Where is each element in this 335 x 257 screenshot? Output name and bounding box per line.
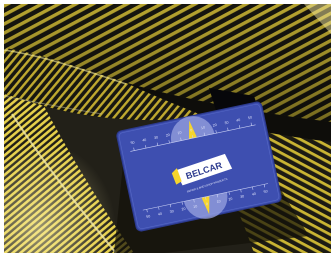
lower-scale-label: 50 — [263, 189, 268, 194]
lower-scale-label: 30 — [169, 209, 174, 214]
upper-scale-label: 10 — [177, 130, 182, 135]
upper-scale-label: 10 — [201, 125, 206, 130]
lower-scale-label: 40 — [252, 192, 257, 197]
upper-scale-label: 50 — [130, 140, 135, 145]
lower-scale-label: 10 — [193, 204, 198, 209]
lower-scale-label: 50 — [146, 214, 151, 219]
photo-scene: 504030201001020304050 BELCAR REPAIR & BO… — [4, 4, 331, 253]
upper-scale-label: 40 — [236, 118, 241, 123]
lower-scale-label: 10 — [216, 199, 221, 204]
upper-scale-label: 30 — [224, 120, 229, 125]
upper-scale-label: 30 — [154, 135, 159, 140]
upper-scale-label: 50 — [248, 115, 253, 120]
lower-scale-label: 20 — [228, 197, 233, 202]
upper-scale-label: 40 — [142, 138, 147, 143]
upper-scale-label: 20 — [212, 123, 217, 128]
lower-scale-label: 30 — [240, 194, 245, 199]
lower-scale-label: 20 — [181, 207, 186, 212]
upper-scale-label: 20 — [165, 133, 170, 138]
lower-scale-label: 40 — [158, 212, 163, 217]
photo-frame: 50 40 30 20 10 0 10 20 30 40 50 BELCAR REPAIR & BO… — [4, 4, 331, 253]
